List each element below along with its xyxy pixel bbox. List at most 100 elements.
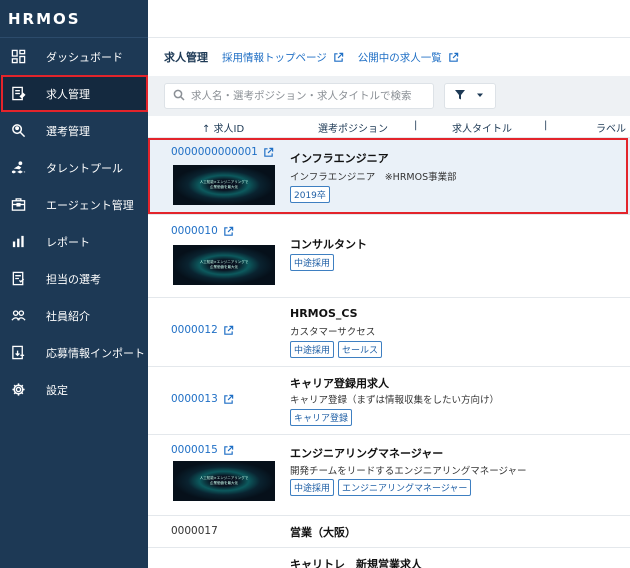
job-id[interactable]: 0000013 xyxy=(171,393,218,405)
recruit-top-link[interactable]: 採用情報トップページ xyxy=(222,50,344,65)
tag: キャリア登録 xyxy=(290,409,353,426)
search-input[interactable] xyxy=(191,90,421,102)
job-subtitle: カスタマーサクセス xyxy=(290,327,376,338)
job-tags: 中途採用 xyxy=(290,254,335,271)
job-title: インフラエンジニア xyxy=(290,152,389,165)
sidebar-item-assigned[interactable]: 担当の選考 xyxy=(0,260,148,297)
table-row[interactable]: 0000010 人工知能×エンジニアリングで 企業価値を最大化 コンサルタント … xyxy=(148,215,630,298)
external-link-icon xyxy=(223,445,234,456)
sidebar-item-label: エージェント管理 xyxy=(46,198,134,212)
sidebar-item-label: 社員紹介 xyxy=(46,309,90,323)
job-id[interactable]: 0000012 xyxy=(171,324,218,336)
table-header: ↑ 求人ID 選考ポジション | 求人タイトル | ラベル xyxy=(148,116,630,138)
tag: 中途採用 xyxy=(290,341,335,358)
job-tags: 中途採用 セールス xyxy=(290,341,383,358)
column-separator: | xyxy=(414,120,418,131)
column-separator: | xyxy=(544,120,548,131)
external-link-icon xyxy=(223,226,234,237)
column-header-label[interactable]: ラベル xyxy=(596,120,626,135)
chevron-down-icon xyxy=(475,90,485,103)
sidebar-item-job-management[interactable]: 求人管理 xyxy=(0,75,148,112)
job-title: HRMOS_CS xyxy=(290,307,358,320)
sidebar-item-talent-pool[interactable]: タレントプール xyxy=(0,149,148,186)
job-id[interactable]: 0000015 xyxy=(171,444,218,456)
thumbnail-text: 人工知能×エンジニアリングで 企業価値を最大化 xyxy=(199,476,249,485)
sidebar-item-label: 応募情報インポート xyxy=(46,346,145,360)
column-header-id[interactable]: ↑ 求人ID xyxy=(202,120,244,135)
sidebar-item-label: 選考管理 xyxy=(46,124,90,138)
table-row[interactable]: 0000017 営業（大阪） xyxy=(148,516,630,548)
sidebar-item-label: 担当の選考 xyxy=(46,272,101,286)
sidebar-item-selection[interactable]: 選考管理 xyxy=(0,112,148,149)
column-header-title[interactable]: 求人タイトル xyxy=(452,120,512,135)
gear-icon xyxy=(10,382,26,398)
job-id[interactable]: 0000000000001 xyxy=(171,146,258,158)
filter-bar xyxy=(148,76,630,116)
job-thumbnail: 人工知能×エンジニアリングで 企業価値を最大化 xyxy=(173,245,275,285)
logo[interactable]: HRMOS xyxy=(0,0,148,38)
public-jobs-link-label[interactable]: 公開中の求人一覧 xyxy=(358,50,442,65)
tag: 2019卒 xyxy=(290,186,330,203)
recruit-top-link-label[interactable]: 採用情報トップページ xyxy=(222,50,327,65)
filter-button[interactable] xyxy=(444,83,496,109)
tag: エンジニアリングマネージャー xyxy=(338,479,472,496)
table-row[interactable]: 0000015 人工知能×エンジニアリングで 企業価値を最大化 エンジニアリング… xyxy=(148,435,630,516)
sidebar: HRMOS ダッシュボード 求人管理 選考管理 タレントプール エージェント管理… xyxy=(0,0,148,568)
sidebar-nav: ダッシュボード 求人管理 選考管理 タレントプール エージェント管理 レポート … xyxy=(0,38,148,408)
page-title: 求人管理 xyxy=(164,51,208,64)
filter-icon xyxy=(455,89,465,103)
breadcrumb: 求人管理 採用情報トップページ 公開中の求人一覧 xyxy=(148,38,630,76)
search-person-icon xyxy=(10,123,26,139)
sidebar-item-label: タレントプール xyxy=(46,161,123,175)
job-title: エンジニアリングマネージャー xyxy=(290,447,444,460)
job-thumbnail: 人工知能×エンジニアリングで 企業価値を最大化 xyxy=(173,165,275,205)
job-list: 0000000000001 人工知能×エンジニアリングで 企業価値を最大化 イン… xyxy=(148,138,630,568)
public-jobs-link[interactable]: 公開中の求人一覧 xyxy=(358,50,459,65)
job-id-link[interactable]: 0000013 xyxy=(171,393,234,405)
job-tags: 2019卒 xyxy=(290,186,330,203)
job-icon xyxy=(10,86,26,102)
sidebar-item-settings[interactable]: 設定 xyxy=(0,371,148,408)
people-icon xyxy=(10,308,26,324)
table-row[interactable]: 0000012 HRMOS_CS カスタマーサクセス 中途採用 セールス xyxy=(148,298,630,367)
sidebar-item-referral[interactable]: 社員紹介 xyxy=(0,297,148,334)
job-id: 0000017 xyxy=(171,525,218,537)
sidebar-item-dashboard[interactable]: ダッシュボード xyxy=(0,38,148,75)
job-subtitle: キャリア登録（まずは情報収集をしたい方向け） xyxy=(290,395,500,406)
sidebar-item-label: 求人管理 xyxy=(46,87,90,101)
sidebar-item-agent[interactable]: エージェント管理 xyxy=(0,186,148,223)
sidebar-item-report[interactable]: レポート xyxy=(0,223,148,260)
assigned-icon xyxy=(10,271,26,287)
table-row[interactable]: 0000000000001 人工知能×エンジニアリングで 企業価値を最大化 イン… xyxy=(148,138,630,215)
dashboard-icon xyxy=(10,49,26,65)
job-subtitle: 開発チームをリードするエンジニアリングマネージャー xyxy=(290,466,527,477)
search-box[interactable] xyxy=(164,83,434,109)
job-id-link[interactable]: 0000012 xyxy=(171,324,234,336)
tag: 中途採用 xyxy=(290,479,335,496)
tag: 中途採用 xyxy=(290,254,335,271)
briefcase-icon xyxy=(10,197,26,213)
external-link-icon xyxy=(263,147,274,158)
job-tags: 中途採用 エンジニアリングマネージャー xyxy=(290,479,472,496)
job-id-link[interactable]: 0000000000001 xyxy=(171,146,274,158)
job-id-link[interactable]: 0000015 xyxy=(171,444,234,456)
column-header-position[interactable]: 選考ポジション xyxy=(318,120,388,135)
external-link-icon xyxy=(223,325,234,336)
job-id[interactable]: 0000010 xyxy=(171,225,218,237)
thumbnail-text: 人工知能×エンジニアリングで 企業価値を最大化 xyxy=(199,180,249,189)
search-icon xyxy=(173,89,185,104)
table-row[interactable]: キャリトレ 新規営業求人 xyxy=(148,548,630,568)
table-row[interactable]: 0000013 キャリア登録用求人 キャリア登録（まずは情報収集をしたい方向け）… xyxy=(148,367,630,435)
sidebar-item-label: レポート xyxy=(46,235,90,249)
external-link-icon xyxy=(333,52,344,63)
job-thumbnail: 人工知能×エンジニアリングで 企業価値を最大化 xyxy=(173,461,275,501)
sidebar-item-import[interactable]: 応募情報インポート xyxy=(0,334,148,371)
sidebar-item-label: 設定 xyxy=(46,383,68,397)
job-id-link[interactable]: 0000010 xyxy=(171,225,234,237)
external-link-icon xyxy=(448,52,459,63)
pool-icon xyxy=(10,160,26,176)
job-subtitle: インフラエンジニア ※HRMOS事業部 xyxy=(290,172,457,183)
job-title: キャリア登録用求人 xyxy=(290,377,389,390)
main-content: 求人管理 採用情報トップページ 公開中の求人一覧 ↑ 求人ID 選考ポジション … xyxy=(148,0,630,568)
job-title: コンサルタント xyxy=(290,238,367,251)
